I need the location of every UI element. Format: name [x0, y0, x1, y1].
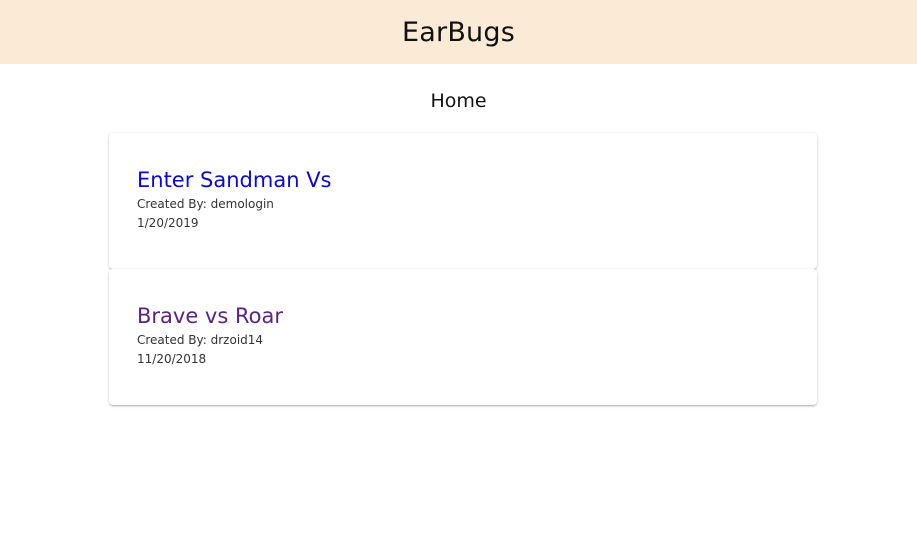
battle-card: Brave vs Roar Created By: drzoid14 11/20…: [109, 269, 817, 405]
battle-card: Enter Sandman Vs Created By: demologin 1…: [109, 133, 817, 269]
battle-card-creator: Created By: drzoid14: [137, 333, 264, 347]
battle-card-title-link[interactable]: Brave vs Roar: [137, 303, 283, 329]
battle-list: Enter Sandman Vs Created By: demologin 1…: [109, 133, 817, 405]
main-content: Home Enter Sandman Vs Created By: demolo…: [0, 89, 917, 405]
battle-card-date: 1/20/2019: [137, 216, 199, 230]
app-title[interactable]: EarBugs: [402, 17, 515, 48]
app-header: EarBugs: [0, 0, 917, 64]
battle-card-date: 11/20/2018: [137, 352, 207, 366]
battle-card-title-link[interactable]: Enter Sandman Vs: [137, 167, 332, 193]
battle-card-creator: Created By: demologin: [137, 197, 274, 211]
page-title: Home: [430, 90, 487, 112]
